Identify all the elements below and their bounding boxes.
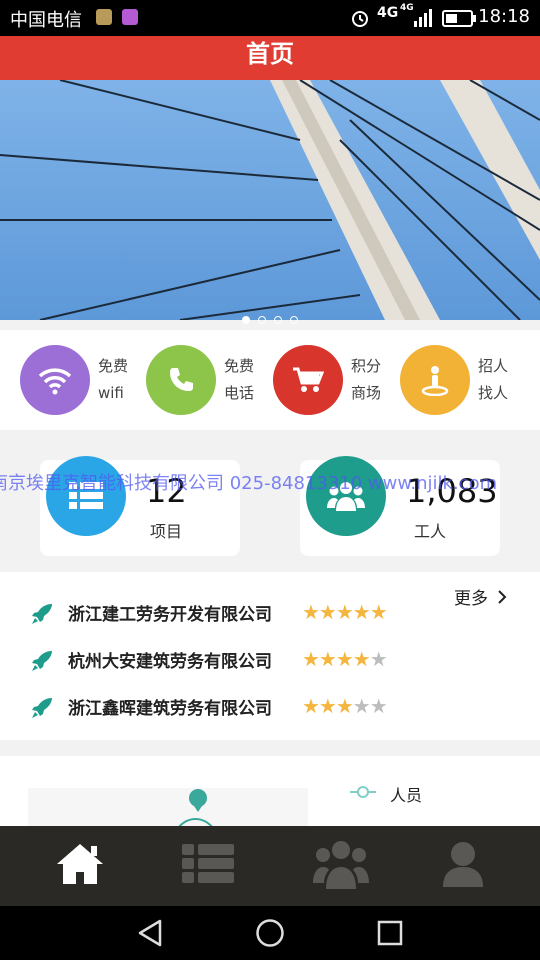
legend-line-icon <box>350 784 376 803</box>
network-type: 4G <box>377 5 399 21</box>
rocket-icon <box>30 602 54 630</box>
back-icon[interactable] <box>136 919 164 951</box>
notification-image-icon <box>96 9 112 25</box>
company-name: 浙江鑫晖建筑劳务有限公司 <box>68 699 272 719</box>
carousel-dot[interactable] <box>258 316 266 324</box>
home-tab[interactable] <box>12 826 147 906</box>
rating-stars: ★★★★★ <box>302 694 388 718</box>
battery-icon <box>442 10 476 31</box>
company-name: 浙江建工劳务开发有限公司 <box>68 605 272 625</box>
service-label: wifi <box>98 384 124 402</box>
watermark-text: 南京埃里克智能科技有限公司 025-84813310 www.njilk.com <box>0 473 498 494</box>
workers-label: 工人 <box>414 522 447 541</box>
alarm-icon <box>350 8 370 32</box>
list-tab[interactable] <box>140 826 275 906</box>
signal-icon <box>414 9 434 31</box>
cart-icon <box>273 345 343 415</box>
carousel-indicator <box>0 309 540 328</box>
bottom-tab-bar <box>0 826 540 906</box>
company-row[interactable]: 浙江建工劳务开发有限公司 ★★★★★ <box>30 598 510 628</box>
clock: 18:18 <box>478 6 530 27</box>
service-label: 商场 <box>351 384 382 402</box>
service-points-mall[interactable]: 积分 商场 <box>253 345 381 415</box>
service-label: 找人 <box>478 384 509 402</box>
home-icon <box>55 842 105 890</box>
chart-preview: 人员 <box>0 756 540 848</box>
service-free-call[interactable]: 免费 电话 <box>126 345 254 415</box>
banner-carousel[interactable] <box>0 80 540 320</box>
service-label: 免费 <box>98 357 129 375</box>
phone-icon <box>146 345 216 415</box>
rocket-icon <box>30 649 54 677</box>
company-row[interactable]: 浙江鑫晖建筑劳务有限公司 ★★★★★ <box>30 692 510 722</box>
profile-tab[interactable] <box>395 826 530 906</box>
company-row[interactable]: 杭州大安建筑劳务有限公司 ★★★★★ <box>30 645 510 675</box>
system-nav-bar <box>0 906 540 960</box>
carousel-dot[interactable] <box>290 316 298 324</box>
network-type-secondary: 4G <box>400 3 414 13</box>
list-icon <box>46 456 126 536</box>
page-title: 首页 <box>246 40 294 68</box>
service-recruit[interactable]: 招人 找人 <box>380 345 508 415</box>
quick-services: 免费 wifi 免费电话 积分商场 招人找人 <box>0 330 540 430</box>
service-label: 积分 <box>351 357 382 375</box>
carousel-dot[interactable] <box>274 316 282 324</box>
recents-icon[interactable] <box>377 920 403 950</box>
legend-label: 人员 <box>390 786 423 805</box>
service-free-wifi[interactable]: 免费 wifi <box>0 345 128 415</box>
person-pin-icon <box>400 345 470 415</box>
service-label: 电话 <box>224 384 255 402</box>
wifi-icon <box>20 345 90 415</box>
group-icon <box>306 456 386 536</box>
user-icon <box>442 841 483 891</box>
carousel-dot[interactable] <box>242 316 250 324</box>
notification-gallery-icon <box>122 9 138 25</box>
group-icon <box>312 839 369 893</box>
rocket-icon <box>30 696 54 724</box>
list-icon <box>181 844 234 888</box>
bridge-photo <box>0 80 540 320</box>
rating-stars: ★★★★★ <box>302 600 388 624</box>
company-list: 更多 浙江建工劳务开发有限公司 ★★★★★ 杭州大安建筑劳务有限公司 ★★★★★… <box>0 572 540 740</box>
home-nav-icon[interactable] <box>255 918 285 952</box>
rating-stars: ★★★★★ <box>302 647 388 671</box>
status-bar: 中国电信 4G 4G 18:18 <box>0 0 540 36</box>
service-label: 免费 <box>224 357 255 375</box>
service-label: 招人 <box>478 357 509 375</box>
projects-label: 项目 <box>150 522 183 541</box>
carrier-name: 中国电信 <box>10 10 82 31</box>
company-name: 杭州大安建筑劳务有限公司 <box>68 652 272 672</box>
group-tab[interactable] <box>273 826 408 906</box>
app-header: 首页 <box>0 36 540 80</box>
